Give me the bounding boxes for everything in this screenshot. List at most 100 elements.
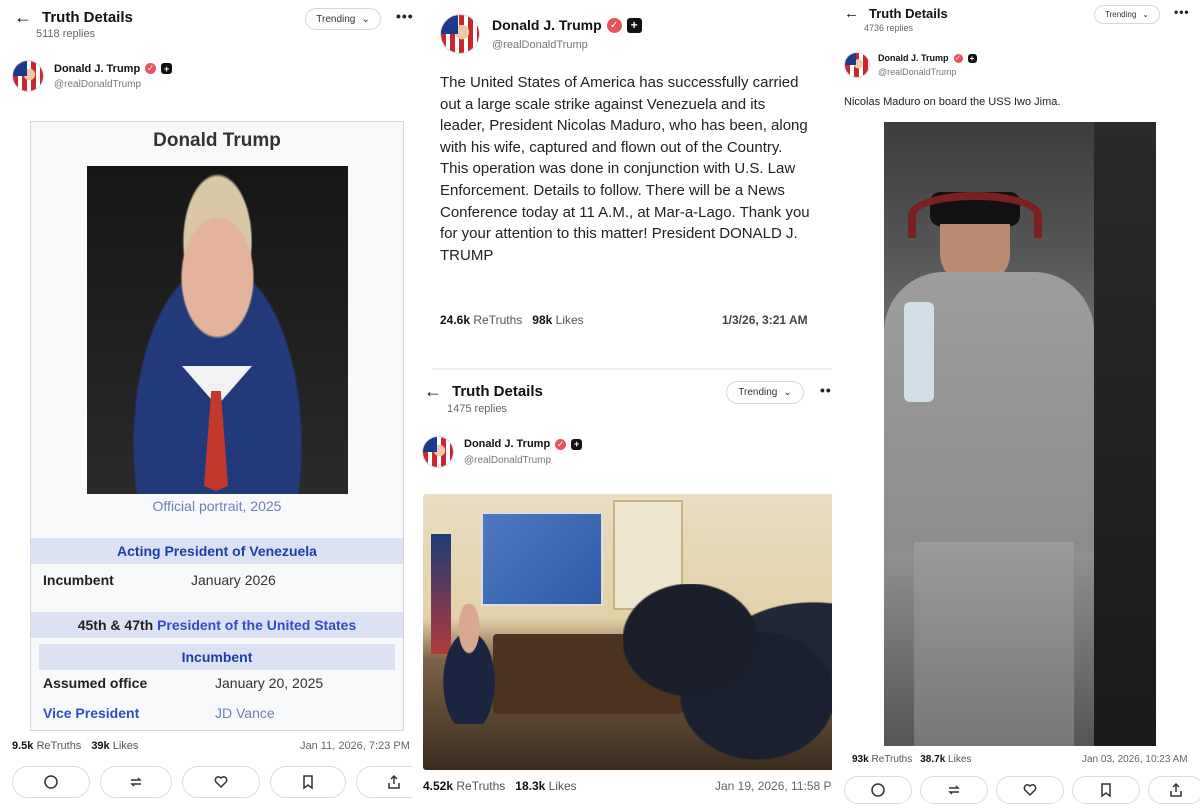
retruths-count: 4.52k [423, 779, 454, 793]
trending-dropdown[interactable]: Trending ⌄ [726, 381, 804, 404]
row-assumed-office-key: Assumed office [43, 675, 148, 691]
chevron-down-icon: ⌄ [361, 13, 370, 25]
author-name: Donald J. Trump [54, 62, 141, 75]
post-text: Nicolas Maduro on board the USS Iwo Jima… [844, 96, 1061, 108]
panel-header: ← Truth Details [424, 382, 543, 400]
post-date: Jan 11, 2026, 7:23 PM [300, 740, 410, 752]
band-incumbent: Incumbent [39, 644, 395, 670]
row-vice-president-key[interactable]: Vice President [43, 705, 191, 721]
likes-stat[interactable]: 18.3k Likes [515, 779, 576, 793]
like-icon [1023, 784, 1037, 797]
retruths-label: ReTruths [473, 313, 523, 327]
retruths-label: ReTruths [456, 779, 506, 793]
retruths-stat[interactable]: 24.6k ReTruths [440, 313, 522, 327]
author-block[interactable]: Donald J. Trump ✓ + @realDonaldTrump [12, 60, 173, 92]
verified-icon: ✓ [606, 17, 622, 33]
retruth-button[interactable] [100, 766, 172, 798]
row-assumed-office: Assumed office January 20, 2025 [43, 675, 391, 691]
reply-button[interactable] [12, 766, 90, 798]
plus-badge-icon: + [571, 438, 583, 450]
post-date: Jan 03, 2026, 10:23 AM [1082, 754, 1188, 765]
retruths-label: ReTruths [871, 754, 913, 765]
reply-icon [44, 775, 58, 789]
likes-stat[interactable]: 39k Likes [91, 740, 138, 752]
retruth-icon [948, 785, 960, 795]
water-bottle [904, 302, 934, 402]
avatar[interactable] [12, 60, 44, 92]
portrait-caption: Official portrait, 2025 [152, 498, 282, 514]
share-icon [388, 774, 400, 789]
row-vice-president-value[interactable]: JD Vance [215, 705, 275, 721]
plus-badge-icon: + [626, 17, 642, 33]
page-title: Truth Details [42, 8, 133, 26]
seated-group [623, 584, 847, 770]
row-vice-president: Vice President JD Vance [43, 705, 391, 721]
trending-dropdown[interactable]: Trending ⌄ [1094, 5, 1160, 24]
verified-icon: ✓ [953, 53, 963, 63]
row-assumed-office-value: January 20, 2025 [215, 675, 324, 691]
retruths-stat[interactable]: 9.5k ReTruths [12, 740, 81, 752]
retruth-icon [130, 777, 142, 787]
avatar[interactable] [422, 436, 454, 468]
dark-background-right [1094, 122, 1156, 746]
band-acting-president: Acting President of Venezuela [31, 538, 403, 564]
action-bar [12, 766, 432, 798]
action-bar [844, 776, 1200, 804]
bookmark-button[interactable] [270, 766, 346, 798]
truth-post-panel-2: Donald J. Trump ✓ + @realDonaldTrump The… [432, 0, 832, 368]
back-arrow-icon[interactable]: ← [424, 382, 442, 400]
reply-icon [871, 783, 885, 797]
avatar[interactable] [844, 52, 870, 78]
page-title: Truth Details [869, 6, 948, 21]
likes-count: 38.7k [920, 754, 946, 765]
plus-badge-icon: + [161, 63, 173, 74]
map-screen [481, 512, 603, 606]
row-incumbent-value: January 2026 [191, 572, 276, 588]
likes-stat[interactable]: 98k Likes [532, 313, 583, 327]
band-acting-president-label: Acting President of Venezuela [117, 543, 317, 559]
share-button[interactable] [1148, 776, 1200, 804]
trending-dropdown[interactable]: Trending ⌄ [305, 8, 381, 30]
retruths-label: ReTruths [36, 740, 82, 752]
band-president-us: 45th & 47th President of the United Stat… [31, 612, 403, 638]
oval-office-photo[interactable] [423, 494, 847, 770]
replies-count: 1475 replies [447, 403, 507, 415]
bookmark-button[interactable] [1072, 776, 1140, 804]
verified-icon: ✓ [145, 63, 157, 74]
back-arrow-icon[interactable]: ← [14, 8, 32, 26]
author-handle: @realDonaldTrump [464, 455, 552, 466]
back-arrow-icon[interactable]: ← [844, 6, 859, 21]
post-date: Jan 19, 2026, 11:58 PM [715, 779, 842, 793]
truth-details-panel-1: ← Truth Details 5118 replies Trending ⌄ … [0, 0, 432, 812]
trending-label: Trending [738, 387, 778, 398]
likes-label: Likes [948, 754, 972, 765]
retruths-stat[interactable]: 4.52k ReTruths [423, 779, 505, 793]
engagement-stats: 24.6k ReTruths 98k Likes [440, 313, 584, 327]
verified-icon: ✓ [555, 438, 567, 450]
trending-label: Trending [1105, 10, 1137, 19]
author-block[interactable]: Donald J. Trump ✓ + @realDonaldTrump [844, 52, 977, 78]
avatar[interactable] [440, 14, 480, 54]
more-icon[interactable]: ••• [1174, 5, 1190, 19]
likes-label: Likes [112, 740, 139, 752]
band-prefix: 45th & 47th [77, 617, 158, 633]
author-handle: @realDonaldTrump [54, 78, 142, 90]
row-incumbent: Incumbent January 2026 [43, 572, 391, 588]
retruths-stat[interactable]: 93k ReTruths [852, 754, 912, 765]
author-block[interactable]: Donald J. Trump ✓ + @realDonaldTrump [422, 436, 583, 468]
uss-iwo-jima-photo[interactable] [884, 122, 1156, 746]
reply-button[interactable] [844, 776, 912, 804]
author-block[interactable]: Donald J. Trump ✓ + @realDonaldTrump [440, 14, 642, 54]
president-us-link[interactable]: President of the United States [157, 617, 356, 633]
more-icon[interactable]: ••• [396, 8, 414, 24]
band-incumbent-label: Incumbent [181, 649, 253, 665]
post-text: The United States of America has success… [440, 74, 810, 264]
like-button[interactable] [996, 776, 1064, 804]
retruth-button[interactable] [920, 776, 988, 804]
like-button[interactable] [182, 766, 260, 798]
retruths-count: 24.6k [440, 313, 471, 327]
likes-stat[interactable]: 38.7k Likes [920, 754, 971, 765]
row-incumbent-key: Incumbent [43, 572, 114, 588]
replies-count: 5118 replies [36, 28, 96, 40]
replies-count: 4736 replies [864, 23, 914, 33]
